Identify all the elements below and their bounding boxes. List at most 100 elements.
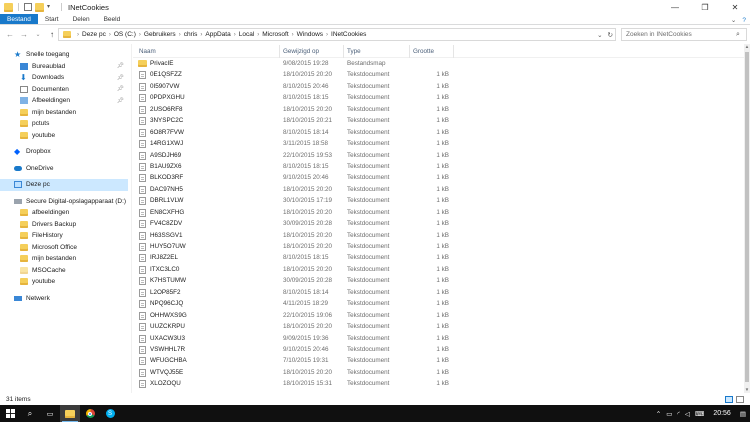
file-row[interactable]: H63SSGV1 18/10/2015 20:20 Tekstdocument 1 k…	[133, 230, 745, 241]
file-row[interactable]: HUY5O7UW 18/10/2015 20:20 Tekstdocument 1 k…	[133, 241, 745, 252]
chevron-up-icon[interactable]: ⌃	[656, 410, 661, 418]
chevron-right-icon[interactable]: ›	[179, 32, 181, 38]
nav-drive-folder[interactable]: Drivers Backup	[0, 219, 128, 231]
file-row[interactable]: XLOZOQU 18/10/2015 15:31 Tekstdocument 1 kB	[133, 378, 745, 389]
keyboard-icon[interactable]: ⌨	[695, 410, 704, 418]
scroll-up-arrow-icon[interactable]: ▲	[744, 44, 750, 50]
column-divider[interactable]	[453, 45, 454, 58]
close-button[interactable]: ✕	[720, 0, 750, 14]
recent-locations-button[interactable]: ⌄	[32, 29, 44, 41]
file-row[interactable]: A9SDJH69 22/10/2015 19:53 Tekstdocument 1 k…	[133, 150, 745, 161]
tab-view[interactable]: Beeld	[97, 14, 128, 24]
breadcrumb-item[interactable]: Microsoft	[262, 31, 288, 38]
dropdown-icon[interactable]: ▾	[47, 3, 56, 12]
tab-home[interactable]: Start	[38, 14, 66, 24]
nav-drive-folder[interactable]: youtube	[0, 276, 128, 288]
file-row[interactable]: DAC97NH5 18/10/2015 20:20 Tekstdocument 1 k…	[133, 184, 745, 195]
file-row[interactable]: UUZCKRPU 18/10/2015 20:20 Tekstdocument 1 k…	[133, 321, 745, 332]
chevron-down-icon[interactable]: ⌄	[597, 31, 602, 39]
chevron-right-icon[interactable]: ›	[77, 32, 79, 38]
start-button[interactable]	[0, 405, 20, 422]
chevron-right-icon[interactable]: ›	[139, 32, 141, 38]
nav-drive-folder[interactable]: FileHistory	[0, 230, 128, 242]
file-row[interactable]: WTVQJ55E 18/10/2015 20:20 Tekstdocument 1 k…	[133, 367, 745, 378]
breadcrumb-item[interactable]: AppData	[205, 31, 230, 38]
nav-folder-pctuts[interactable]: pctuts	[0, 118, 128, 130]
breadcrumb-item[interactable]: Local	[239, 31, 255, 38]
column-header-size[interactable]: Grootte	[413, 48, 434, 55]
chrome-taskbar-button[interactable]	[80, 405, 100, 422]
large-icons-view-icon[interactable]	[736, 395, 744, 403]
file-explorer-taskbar-button[interactable]	[60, 405, 80, 422]
scrollbar-thumb[interactable]	[745, 52, 749, 382]
file-row[interactable]: EN8CXFHG 18/10/2015 20:20 Tekstdocument 1 k…	[133, 207, 745, 218]
network-icon[interactable]: ◜	[677, 410, 680, 418]
back-button[interactable]: ←	[4, 29, 16, 41]
pane-splitter[interactable]	[131, 44, 132, 393]
file-row[interactable]: WFUGCHBA 7/10/2015 19:31 Tekstdocument 1 kB	[133, 355, 745, 366]
file-row[interactable]: L2OP85F2 8/10/2015 18:14 Tekstdocument 1 kB	[133, 287, 745, 298]
nav-desktop[interactable]: Bureaublad 📌︎	[0, 61, 128, 73]
file-row[interactable]: BLKOD3RF 9/10/2015 20:46 Tekstdocument 1 kB	[133, 172, 745, 183]
tab-share[interactable]: Delen	[66, 14, 97, 24]
search-icon[interactable]: ⌕	[736, 31, 740, 39]
vertical-scrollbar[interactable]: ▲ ▼	[744, 44, 750, 393]
file-row[interactable]: NPQ96CJQ 4/11/2015 18:29 Tekstdocument 1 kB	[133, 298, 745, 309]
refresh-icon[interactable]: ↻	[608, 31, 613, 39]
file-row[interactable]: K7HSTUMW 30/09/2015 20:28 Tekstdocument 1 k…	[133, 275, 745, 286]
nav-pictures[interactable]: Afbeeldingen 📌︎	[0, 95, 128, 107]
nav-onedrive[interactable]: OneDrive	[0, 163, 128, 175]
details-view-icon[interactable]	[725, 395, 733, 403]
file-row[interactable]: 2USO6RF8 18/10/2015 20:20 Tekstdocument 1 k…	[133, 104, 745, 115]
file-row[interactable]: 0PDPXGHU 8/10/2015 18:15 Tekstdocument 1 kB	[133, 92, 745, 103]
chevron-right-icon[interactable]: ›	[234, 32, 236, 38]
nav-folder-youtube[interactable]: youtube	[0, 130, 128, 142]
breadcrumb-item[interactable]: chris	[184, 31, 198, 38]
nav-drive-d[interactable]: Secure Digital-opslagapparaat (D:)	[0, 196, 128, 208]
maximize-button[interactable]: ❐	[690, 0, 720, 14]
file-row[interactable]: PrivacIE 9/08/2015 19:28 Bestandsmap	[133, 58, 745, 69]
column-divider[interactable]	[279, 45, 280, 58]
breadcrumb-item[interactable]: OS (C:)	[114, 31, 136, 38]
breadcrumb-item[interactable]: Gebruikers	[144, 31, 176, 38]
nav-folder-mijn-bestanden[interactable]: mijn bestanden	[0, 107, 128, 119]
file-row[interactable]: 0I5907VW 8/10/2015 20:46 Tekstdocument 1 kB	[133, 81, 745, 92]
file-row[interactable]: VSWHHL7R 9/10/2015 20:46 Tekstdocument 1 kB	[133, 344, 745, 355]
nav-dropbox[interactable]: ◆ Dropbox	[0, 146, 128, 158]
breadcrumb-item[interactable]: Deze pc	[82, 31, 106, 38]
nav-drive-folder[interactable]: Microsoft Office	[0, 242, 128, 254]
properties-icon[interactable]	[24, 3, 32, 11]
title-bar[interactable]: ▾ INetCookies — ❐ ✕	[0, 0, 750, 14]
nav-downloads[interactable]: ⬇ Downloads 📌︎	[0, 72, 128, 84]
column-header-date[interactable]: Gewijzigd op	[283, 48, 319, 55]
chevron-right-icon[interactable]: ›	[200, 32, 202, 38]
breadcrumb-item[interactable]: Windows	[297, 31, 323, 38]
forward-button[interactable]: →	[18, 29, 30, 41]
column-divider[interactable]	[343, 45, 344, 58]
breadcrumb-item[interactable]: INetCookies	[331, 31, 366, 38]
nav-quick-access[interactable]: ★ Snelle toegang	[0, 49, 128, 61]
file-row[interactable]: OHHWXS9G 22/10/2015 19:06 Tekstdocument 1 k…	[133, 310, 745, 321]
file-row[interactable]: 6O8R7FVW 8/10/2015 18:14 Tekstdocument 1 kB	[133, 127, 745, 138]
search-taskbar-button[interactable]: ⌕	[20, 405, 40, 422]
nav-documents[interactable]: Documenten 📌︎	[0, 84, 128, 96]
file-row[interactable]: 3NYSPC2C 18/10/2015 20:21 Tekstdocument 1 k…	[133, 115, 745, 126]
up-button[interactable]: ↑	[46, 29, 58, 41]
task-view-button[interactable]: ▭	[40, 405, 60, 422]
expand-ribbon-icon[interactable]: ⌄	[731, 16, 736, 24]
file-row[interactable]: 14RG1XWJ 3/11/2015 18:58 Tekstdocument 1 kB	[133, 138, 745, 149]
file-row[interactable]: IRJ8Z2EL 8/10/2015 18:15 Tekstdocument 1 kB	[133, 252, 745, 263]
file-row[interactable]: B1AU9ZX6 8/10/2015 18:15 Tekstdocument 1 kB	[133, 161, 745, 172]
chevron-right-icon[interactable]: ›	[326, 32, 328, 38]
skype-taskbar-button[interactable]: S	[100, 405, 120, 422]
nav-drive-folder[interactable]: mijn bestanden	[0, 253, 128, 265]
clock[interactable]: 20:56	[713, 410, 731, 417]
minimize-button[interactable]: —	[660, 0, 690, 14]
tab-file[interactable]: Bestand	[0, 14, 38, 24]
file-row[interactable]: UXACW3U3 9/09/2015 19:36 Tekstdocument 1 kB	[133, 333, 745, 344]
volume-icon[interactable]: ◁	[685, 410, 690, 418]
nav-this-pc[interactable]: Deze pc	[0, 179, 128, 191]
search-input[interactable]	[626, 31, 736, 38]
breadcrumb[interactable]: › Deze pc › OS (C:) › Gebruikers › chris…	[58, 28, 616, 41]
nav-network[interactable]: Netwerk	[0, 293, 128, 305]
